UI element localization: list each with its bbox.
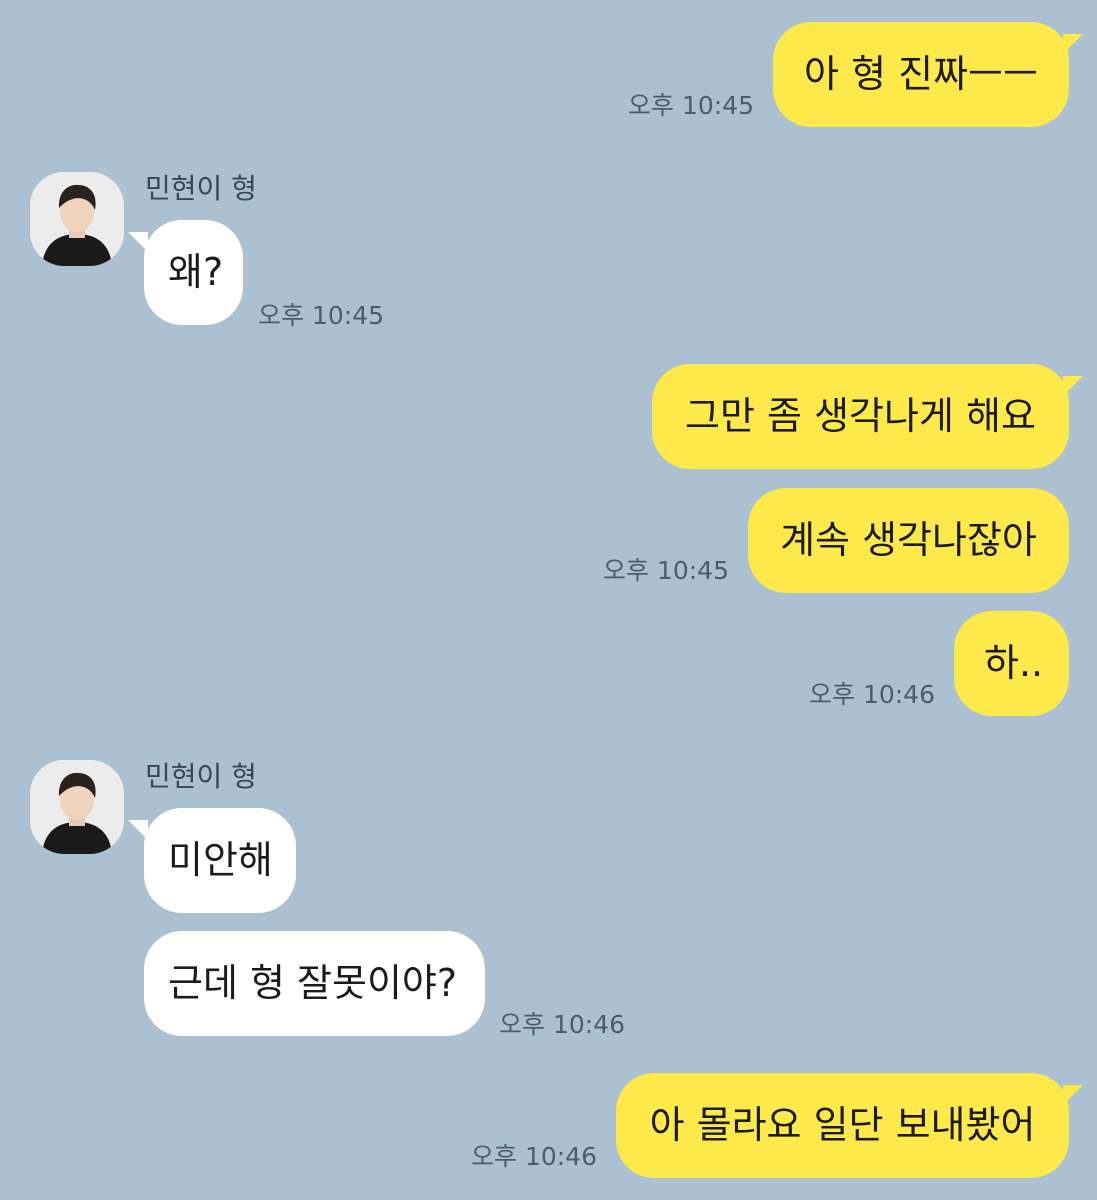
contact-avatar[interactable]	[30, 172, 124, 266]
outgoing-message-bubble[interactable]: 아 형 진짜ㅡㅡ	[773, 22, 1069, 127]
outgoing-message-bubble[interactable]: 그만 좀 생각나게 해요	[652, 364, 1069, 469]
message-time: 오후 10:46	[471, 1142, 597, 1171]
profile-photo-icon	[30, 760, 124, 854]
contact-avatar[interactable]	[30, 760, 124, 854]
contact-name: 민현이 형	[145, 172, 257, 205]
incoming-message-bubble[interactable]: 왜?	[144, 220, 243, 325]
message-time: 오후 10:45	[628, 91, 754, 120]
message-time: 오후 10:45	[258, 301, 384, 330]
outgoing-message-bubble[interactable]: 아 몰라요 일단 보내봤어	[616, 1073, 1069, 1178]
incoming-message-bubble[interactable]: 미안해	[144, 808, 296, 913]
message-time: 오후 10:46	[499, 1010, 625, 1039]
contact-name: 민현이 형	[145, 760, 257, 793]
bubble-tail	[1063, 1085, 1083, 1105]
incoming-message-bubble[interactable]: 근데 형 잘못이야?	[144, 931, 485, 1036]
profile-photo-icon	[30, 172, 124, 266]
bubble-tail	[1063, 34, 1083, 54]
outgoing-message-bubble[interactable]: 계속 생각나잖아	[748, 488, 1069, 593]
outgoing-message-bubble[interactable]: 하..	[954, 611, 1069, 716]
chat-room: 아 형 진짜ㅡㅡ 오후 10:45 민현이 형 왜? 오후 10:45 그만 좀…	[0, 0, 1097, 1200]
message-time: 오후 10:46	[809, 680, 935, 709]
message-time: 오후 10:45	[603, 556, 729, 585]
bubble-tail	[1063, 376, 1083, 396]
